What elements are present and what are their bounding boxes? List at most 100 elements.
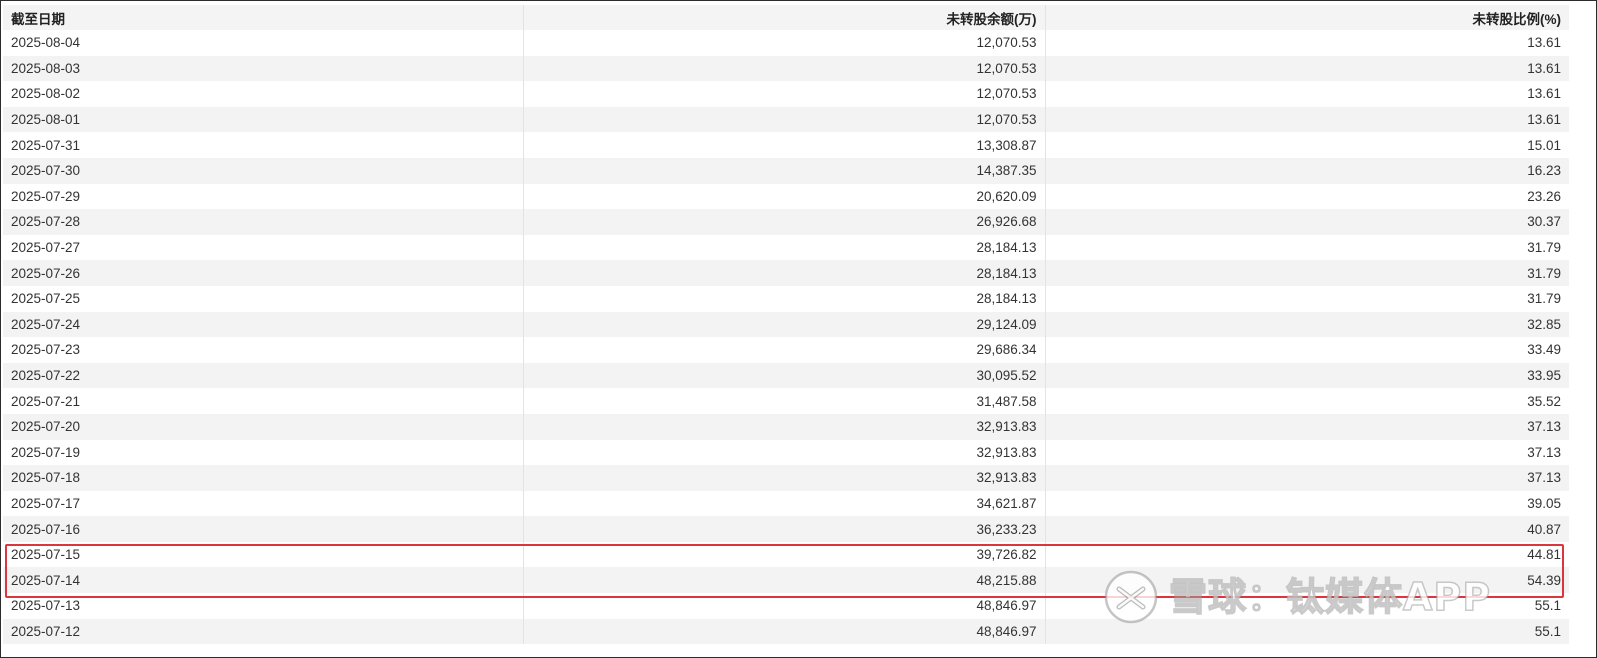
cell-date: 2025-07-23 xyxy=(3,337,523,363)
cell-balance: 39,726.82 xyxy=(522,541,1045,568)
cell-ratio: 37.13 xyxy=(1044,413,1569,440)
cell-ratio: 39.05 xyxy=(1044,490,1569,517)
table-row: 2025-07-21 31,487.58 35.52 xyxy=(3,388,1569,414)
table-row: 2025-08-01 12,070.53 13.61 xyxy=(3,106,1569,133)
cell-date: 2025-07-26 xyxy=(3,260,523,286)
cell-date: 2025-07-24 xyxy=(3,311,523,338)
table-row: 2025-07-13 48,846.97 55.1 xyxy=(3,593,1569,619)
cell-ratio: 33.49 xyxy=(1044,337,1569,363)
table-row: 2025-07-27 28,184.13 31.79 xyxy=(3,234,1569,261)
cell-balance: 12,070.53 xyxy=(522,30,1045,56)
cell-date: 2025-08-03 xyxy=(3,55,523,82)
table-row: 2025-07-14 48,215.88 54.39 xyxy=(3,567,1569,594)
cell-date: 2025-07-30 xyxy=(3,157,523,184)
cell-ratio: 33.95 xyxy=(1044,362,1569,389)
cell-date: 2025-07-17 xyxy=(3,490,523,517)
cell-balance: 28,184.13 xyxy=(522,260,1045,286)
cell-ratio: 37.13 xyxy=(1044,465,1569,491)
cell-balance: 13,308.87 xyxy=(522,132,1045,158)
table-row: 2025-07-30 14,387.35 16.23 xyxy=(3,157,1569,184)
cell-date: 2025-07-28 xyxy=(3,209,523,235)
table-row: 2025-07-23 29,686.34 33.49 xyxy=(3,337,1569,363)
cell-date: 2025-07-31 xyxy=(3,132,523,158)
cell-balance: 48,846.97 xyxy=(522,618,1045,645)
cell-ratio: 55.1 xyxy=(1044,618,1569,645)
cell-balance: 32,913.83 xyxy=(522,413,1045,440)
cell-date: 2025-08-01 xyxy=(3,106,523,133)
cell-ratio: 35.52 xyxy=(1044,388,1569,414)
table-row: 2025-07-18 32,913.83 37.13 xyxy=(3,465,1569,491)
cell-ratio: 13.61 xyxy=(1044,81,1569,107)
cell-date: 2025-07-16 xyxy=(3,516,523,542)
cell-date: 2025-07-21 xyxy=(3,388,523,414)
column-header-ratio[interactable]: 未转股比例(%) xyxy=(1044,5,1569,30)
cell-balance: 14,387.35 xyxy=(522,157,1045,184)
table-row: 2025-07-24 29,124.09 32.85 xyxy=(3,311,1569,338)
cell-ratio: 32.85 xyxy=(1044,311,1569,338)
cell-date: 2025-07-18 xyxy=(3,465,523,491)
table-row: 2025-07-29 20,620.09 23.26 xyxy=(3,183,1569,210)
cell-balance: 26,926.68 xyxy=(522,209,1045,235)
cell-ratio: 16.23 xyxy=(1044,157,1569,184)
cell-balance: 12,070.53 xyxy=(522,106,1045,133)
table-row: 2025-07-20 32,913.83 37.13 xyxy=(3,413,1569,440)
cell-date: 2025-07-13 xyxy=(3,593,523,619)
cell-balance: 31,487.58 xyxy=(522,388,1045,414)
cell-balance: 12,070.53 xyxy=(522,55,1045,82)
cell-balance: 30,095.52 xyxy=(522,362,1045,389)
cell-ratio: 31.79 xyxy=(1044,260,1569,286)
table-row: 2025-07-22 30,095.52 33.95 xyxy=(3,362,1569,389)
cell-balance: 12,070.53 xyxy=(522,81,1045,107)
data-table-panel: 截至日期 未转股余额(万) 未转股比例(%) 2025-08-04 12,070.… xyxy=(0,0,1597,658)
cell-ratio: 13.61 xyxy=(1044,30,1569,56)
cell-date: 2025-07-19 xyxy=(3,439,523,466)
table-row: 2025-07-26 28,184.13 31.79 xyxy=(3,260,1569,286)
table-row: 2025-08-04 12,070.53 13.61 xyxy=(3,30,1569,56)
cell-balance: 48,846.97 xyxy=(522,593,1045,619)
cell-date: 2025-07-25 xyxy=(3,285,523,312)
table-row: 2025-07-17 34,621.87 39.05 xyxy=(3,490,1569,517)
table-row: 2025-08-02 12,070.53 13.61 xyxy=(3,81,1569,107)
cell-date: 2025-08-04 xyxy=(3,30,523,56)
cell-balance: 29,686.34 xyxy=(522,337,1045,363)
cell-ratio: 37.13 xyxy=(1044,439,1569,466)
cell-date: 2025-07-15 xyxy=(3,541,523,568)
cell-ratio: 13.61 xyxy=(1044,55,1569,82)
table-row: 2025-07-28 26,926.68 30.37 xyxy=(3,209,1569,235)
table-row: 2025-08-03 12,070.53 13.61 xyxy=(3,55,1569,82)
cell-date: 2025-07-12 xyxy=(3,618,523,645)
cell-ratio: 30.37 xyxy=(1044,209,1569,235)
table-row: 2025-07-15 39,726.82 44.81 xyxy=(3,541,1569,568)
cell-date: 2025-08-02 xyxy=(3,81,523,107)
cell-balance: 28,184.13 xyxy=(522,285,1045,312)
cell-ratio: 44.81 xyxy=(1044,541,1569,568)
cell-ratio: 23.26 xyxy=(1044,183,1569,210)
table-body: 2025-08-04 12,070.53 13.61 2025-08-03 12,070… xyxy=(3,30,1569,645)
cell-balance: 36,233.23 xyxy=(522,516,1045,542)
cell-ratio: 40.87 xyxy=(1044,516,1569,542)
cell-date: 2025-07-20 xyxy=(3,413,523,440)
cell-balance: 32,913.83 xyxy=(522,439,1045,466)
cell-balance: 28,184.13 xyxy=(522,234,1045,261)
cell-date: 2025-07-22 xyxy=(3,362,523,389)
unconverted-balance-table: 截至日期 未转股余额(万) 未转股比例(%) 2025-08-04 12,070.… xyxy=(3,5,1569,645)
table-row: 2025-07-25 28,184.13 31.79 xyxy=(3,285,1569,312)
cell-balance: 48,215.88 xyxy=(522,567,1045,594)
cell-ratio: 54.39 xyxy=(1044,567,1569,594)
table-row: 2025-07-19 32,913.83 37.13 xyxy=(3,439,1569,466)
cell-date: 2025-07-29 xyxy=(3,183,523,210)
cell-ratio: 31.79 xyxy=(1044,285,1569,312)
cell-date: 2025-07-14 xyxy=(3,567,523,594)
table-row: 2025-07-12 48,846.97 55.1 xyxy=(3,618,1569,645)
cell-date: 2025-07-27 xyxy=(3,234,523,261)
cell-balance: 32,913.83 xyxy=(522,465,1045,491)
table-header-row: 截至日期 未转股余额(万) 未转股比例(%) xyxy=(3,5,1569,30)
cell-balance: 20,620.09 xyxy=(522,183,1045,210)
cell-balance: 29,124.09 xyxy=(522,311,1045,338)
cell-balance: 34,621.87 xyxy=(522,490,1045,517)
cell-ratio: 31.79 xyxy=(1044,234,1569,261)
column-header-balance[interactable]: 未转股余额(万) xyxy=(522,5,1045,30)
table-row: 2025-07-16 36,233.23 40.87 xyxy=(3,516,1569,542)
cell-ratio: 15.01 xyxy=(1044,132,1569,158)
column-header-date[interactable]: 截至日期 xyxy=(3,5,523,30)
